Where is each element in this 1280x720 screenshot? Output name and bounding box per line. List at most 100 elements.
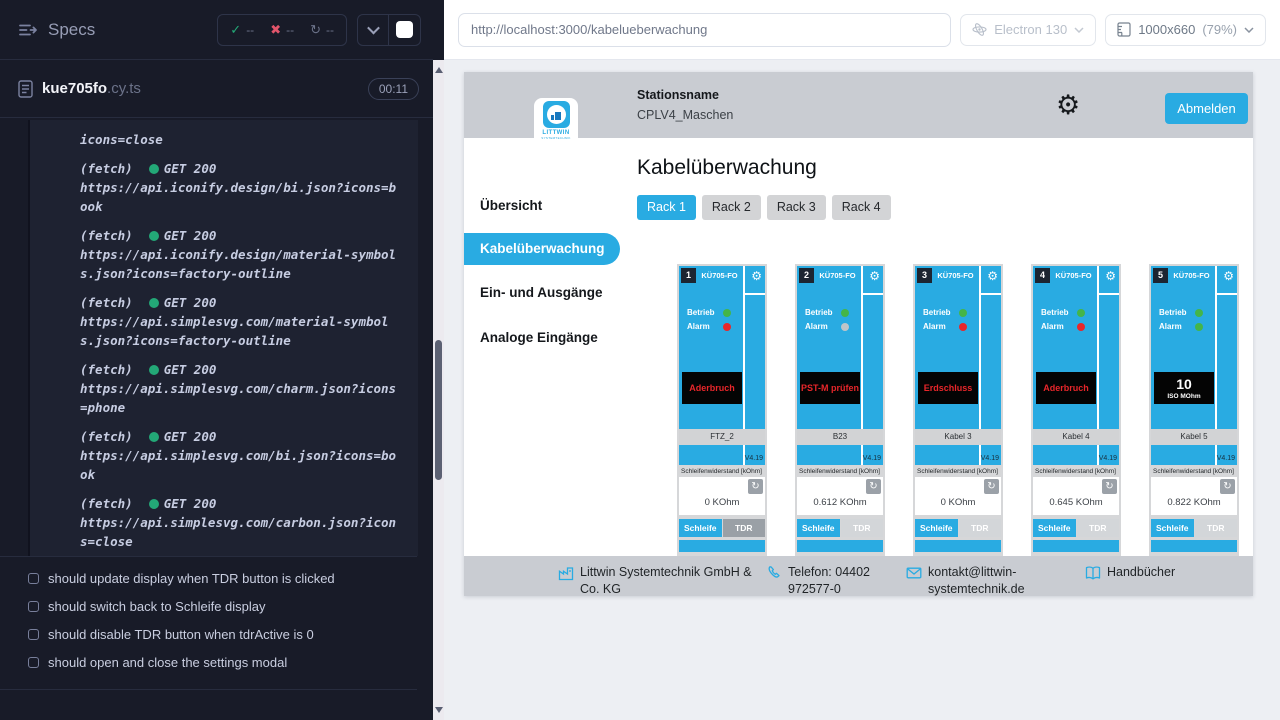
card-settings-gear-icon[interactable]: ⚙ bbox=[869, 269, 880, 283]
card-settings-gear-icon[interactable]: ⚙ bbox=[1223, 269, 1234, 283]
tdr-button[interactable]: TDR bbox=[841, 519, 884, 537]
scroll-down-arrow[interactable] bbox=[433, 702, 444, 718]
log-entry[interactable]: (fetch) GET 200 https://api.simplesvg.co… bbox=[80, 427, 410, 484]
logout-button[interactable]: Abmelden bbox=[1165, 93, 1248, 124]
collapse-button[interactable] bbox=[358, 15, 389, 45]
schleife-button[interactable]: Schleife bbox=[915, 519, 958, 537]
url-input[interactable]: http://localhost:3000/kabelueberwachung bbox=[458, 13, 951, 47]
ku-device-card: 2 KÜ705-FO ⚙ Betrieb Alarm bbox=[795, 264, 885, 556]
card-settings-gear-icon[interactable]: ⚙ bbox=[987, 269, 998, 283]
request-url: https://api.simplesvg.com/material-symbo… bbox=[80, 312, 402, 350]
card-settings-gear-icon[interactable]: ⚙ bbox=[1105, 269, 1116, 283]
schleife-button[interactable]: Schleife bbox=[1033, 519, 1076, 537]
alarm-led bbox=[959, 323, 967, 331]
status-text: PST-M prüfen bbox=[801, 383, 859, 393]
tdr-button[interactable]: TDR bbox=[1195, 519, 1238, 537]
pending-test-row[interactable]: should disable TDR button when tdrActive… bbox=[0, 620, 417, 648]
refresh-icon[interactable]: ↻ bbox=[1220, 479, 1235, 494]
status-display: Aderbruch bbox=[1036, 372, 1096, 404]
slot-number-badge: 4 bbox=[1035, 268, 1050, 283]
refresh-icon[interactable]: ↻ bbox=[984, 479, 999, 494]
request-url: icons=close bbox=[80, 130, 402, 149]
device-front: 5 KÜ705-FO ⚙ Betrieb Alarm bbox=[1151, 266, 1237, 465]
measurement-label: Schleifenwiderstand [kOhm] bbox=[679, 468, 765, 475]
measurement-section: Schleifenwiderstand [kOhm] ↻ 0.822 KOhm … bbox=[1151, 465, 1237, 552]
phone-icon bbox=[766, 565, 782, 581]
status-unit: ISO MOhm bbox=[1167, 393, 1200, 400]
test-title: should switch back to Schleife display bbox=[48, 599, 266, 614]
log-entry[interactable]: (fetch) GET 200 https://api.iconify.desi… bbox=[80, 159, 410, 216]
pending-test-row[interactable]: should update display when TDR button is… bbox=[0, 564, 417, 592]
footer-manuals[interactable]: Handbücher bbox=[1085, 564, 1175, 581]
tdr-button[interactable]: TDR bbox=[723, 519, 766, 537]
alarm-led bbox=[723, 323, 731, 331]
device-cards: 1 KÜ705-FO ⚙ Betrieb Alarm bbox=[677, 264, 1239, 556]
spec-file-row[interactable]: kue705fo.cy.ts 00:11 bbox=[0, 60, 433, 118]
scrollbar-thumb[interactable] bbox=[435, 340, 442, 480]
refresh-icon[interactable]: ↻ bbox=[866, 479, 881, 494]
sidebar-item-kabelueberwachung[interactable]: Kabelüberwachung bbox=[464, 233, 620, 265]
pending-test-row[interactable]: should switch back to Schleife display bbox=[0, 592, 417, 620]
rack-tab[interactable]: Rack 1 bbox=[637, 195, 696, 220]
runner-scrollbar[interactable] bbox=[433, 60, 444, 720]
pending-tests-list: should update display when TDR button is… bbox=[0, 564, 417, 676]
http-status: GET 200 bbox=[164, 226, 217, 245]
footer-phone: Telefon: 04402 972577-0 bbox=[766, 564, 884, 598]
sidebar-item-ein-ausgaenge[interactable]: Ein- und Ausgänge bbox=[480, 285, 603, 300]
stat-failed: ✖-- bbox=[262, 22, 302, 38]
log-entry[interactable]: (fetch) GET 200 https://api.iconify.desi… bbox=[80, 226, 410, 283]
next-section-strip bbox=[679, 540, 765, 552]
cable-name-label: Kabel 5 bbox=[1151, 429, 1237, 445]
measurement-label: Schleifenwiderstand [kOhm] bbox=[1033, 468, 1119, 475]
runner-header: Specs ✓-- ✖-- ↻-- bbox=[0, 0, 433, 60]
log-entry[interactable]: (fetch) GET 200 https://api.simplesvg.co… bbox=[80, 293, 410, 350]
firmware-version-label: V4.19 bbox=[1217, 455, 1235, 462]
betrieb-led bbox=[841, 309, 849, 317]
log-entry[interactable]: icons=close bbox=[80, 130, 410, 149]
spec-file-icon bbox=[18, 80, 33, 98]
request-url: https://api.iconify.design/material-symb… bbox=[80, 245, 402, 283]
refresh-icon[interactable]: ↻ bbox=[748, 479, 763, 494]
rack-tab[interactable]: Rack 2 bbox=[702, 195, 761, 220]
refresh-icon[interactable]: ↻ bbox=[1102, 479, 1117, 494]
tdr-button[interactable]: TDR bbox=[959, 519, 1002, 537]
rack-tab[interactable]: Rack 3 bbox=[767, 195, 826, 220]
pending-test-row[interactable]: should open and close the settings modal bbox=[0, 648, 417, 676]
card-settings-gear-icon[interactable]: ⚙ bbox=[751, 269, 762, 283]
request-url: https://api.simplesvg.com/charm.json?ico… bbox=[80, 379, 402, 417]
alarm-led-row: Alarm bbox=[923, 322, 967, 331]
specs-menu-icon[interactable] bbox=[18, 22, 38, 38]
betrieb-led-row: Betrieb bbox=[1041, 308, 1085, 317]
betrieb-led-row: Betrieb bbox=[687, 308, 731, 317]
tdr-button[interactable]: TDR bbox=[1077, 519, 1120, 537]
stop-button[interactable] bbox=[389, 15, 420, 45]
divider bbox=[0, 556, 417, 557]
ku-device-card: 3 KÜ705-FO ⚙ Betrieb Alarm bbox=[913, 264, 1003, 556]
betrieb-led-row: Betrieb bbox=[805, 308, 849, 317]
schleife-button[interactable]: Schleife bbox=[797, 519, 840, 537]
slot-number-badge: 1 bbox=[681, 268, 696, 283]
sidebar-item-uebersicht[interactable]: Übersicht bbox=[480, 198, 542, 213]
schleife-button[interactable]: Schleife bbox=[1151, 519, 1194, 537]
book-icon bbox=[1085, 565, 1101, 581]
log-entry[interactable]: (fetch) GET 200 https://api.simplesvg.co… bbox=[80, 494, 410, 551]
schleife-button[interactable]: Schleife bbox=[679, 519, 722, 537]
device-front: 3 KÜ705-FO ⚙ Betrieb Alarm bbox=[915, 266, 1001, 465]
sidebar-item-analoge-eingaenge[interactable]: Analoge Eingänge bbox=[480, 330, 598, 345]
alarm-led-row: Alarm bbox=[1159, 322, 1203, 331]
browser-select[interactable]: Electron 130 bbox=[960, 14, 1096, 46]
settings-gear-icon[interactable]: ⚙ bbox=[1056, 90, 1080, 120]
rack-tab[interactable]: Rack 4 bbox=[832, 195, 891, 220]
test-title: should update display when TDR button is… bbox=[48, 571, 335, 586]
scroll-up-arrow[interactable] bbox=[433, 62, 444, 78]
viewport-zoom: (79%) bbox=[1202, 22, 1237, 37]
email-icon bbox=[906, 565, 922, 581]
log-entry[interactable]: (fetch) GET 200 https://api.simplesvg.co… bbox=[80, 360, 410, 417]
measurement-value: 0.645 KOhm bbox=[1033, 497, 1119, 508]
app-body: Übersicht Kabelüberwachung Ein- und Ausg… bbox=[464, 138, 1253, 556]
test-title: should disable TDR button when tdrActive… bbox=[48, 627, 314, 642]
device-model-label: KÜ705-FO bbox=[1169, 271, 1214, 280]
viewport-select[interactable]: 1000x660 (79%) bbox=[1105, 14, 1266, 46]
ku-device-card: 4 KÜ705-FO ⚙ Betrieb Alarm bbox=[1031, 264, 1121, 556]
device-model-label: KÜ705-FO bbox=[933, 271, 978, 280]
